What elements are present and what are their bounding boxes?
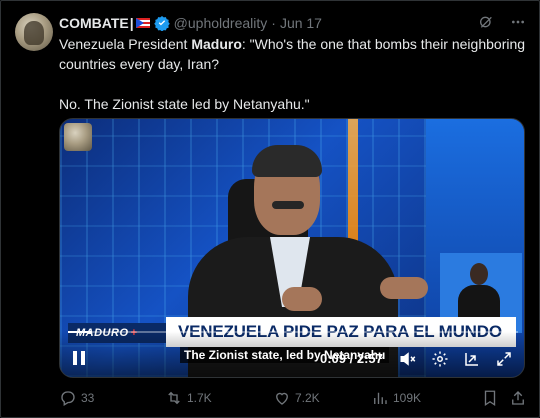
like-count: 7.2K	[295, 391, 320, 405]
author-name-suffix: |	[129, 15, 134, 31]
bookmark-icon	[484, 390, 496, 407]
picture-in-picture-button[interactable]	[462, 349, 482, 369]
repost-button[interactable]: 1.7K	[165, 389, 212, 407]
repost-icon	[168, 391, 180, 405]
reply-button[interactable]: 33	[59, 389, 94, 407]
views-button[interactable]: 109K	[371, 389, 421, 407]
grok-icon[interactable]	[477, 13, 495, 31]
share-icon	[512, 391, 524, 405]
pause-button[interactable]	[70, 349, 88, 367]
more-options-icon[interactable]	[509, 13, 527, 31]
video-player[interactable]: MADURO+ VENEZUELA PIDE PAZ PARA EL MUNDO…	[59, 118, 525, 378]
views-chart-icon	[374, 392, 387, 404]
tweet-actions: 33 1.7K 7.2K 109K	[59, 387, 529, 409]
fullscreen-icon	[497, 352, 511, 366]
tweet-card[interactable]: COMBATE | @upholdreality · Jun 17 Venezu…	[0, 0, 540, 418]
video-time: 0:09 / 2:57	[320, 351, 383, 366]
bookmark-button[interactable]	[481, 389, 503, 407]
share-button[interactable]	[509, 389, 531, 407]
tweet-text-line2: No. The Zionist state led by Netanyahu."	[59, 96, 310, 112]
like-button[interactable]: 7.2K	[273, 389, 320, 407]
view-count: 109K	[393, 391, 422, 405]
gear-icon	[432, 351, 448, 367]
fullscreen-button[interactable]	[494, 349, 514, 369]
avatar[interactable]	[15, 13, 53, 51]
reply-icon	[61, 391, 75, 406]
pip-icon	[465, 353, 478, 366]
date-separator: ·	[271, 15, 276, 31]
heart-icon	[276, 392, 288, 405]
channel-logo	[64, 123, 92, 151]
settings-button[interactable]	[430, 349, 450, 369]
author-name[interactable]: COMBATE	[59, 15, 129, 31]
tweet-text-bold-name: Maduro	[191, 36, 242, 52]
verified-badge-icon[interactable]	[153, 15, 170, 31]
pause-icon	[73, 351, 85, 365]
tweet-header: COMBATE | @upholdreality · Jun 17	[59, 13, 527, 33]
repost-count: 1.7K	[187, 391, 212, 405]
reply-count: 33	[81, 391, 95, 405]
video-progress-fill	[68, 331, 91, 333]
tweet-text-line1-pre: Venezuela President	[59, 36, 192, 52]
video-progress-bar[interactable]	[68, 331, 518, 333]
puerto-rico-flag-icon	[135, 18, 150, 28]
volume-muted-icon	[400, 352, 416, 366]
mute-button[interactable]	[398, 349, 418, 369]
author-handle[interactable]: @upholdreality	[174, 15, 268, 31]
post-date[interactable]: Jun 17	[280, 15, 322, 31]
tweet-text: Venezuela President Maduro: "Who's the o…	[59, 34, 529, 114]
